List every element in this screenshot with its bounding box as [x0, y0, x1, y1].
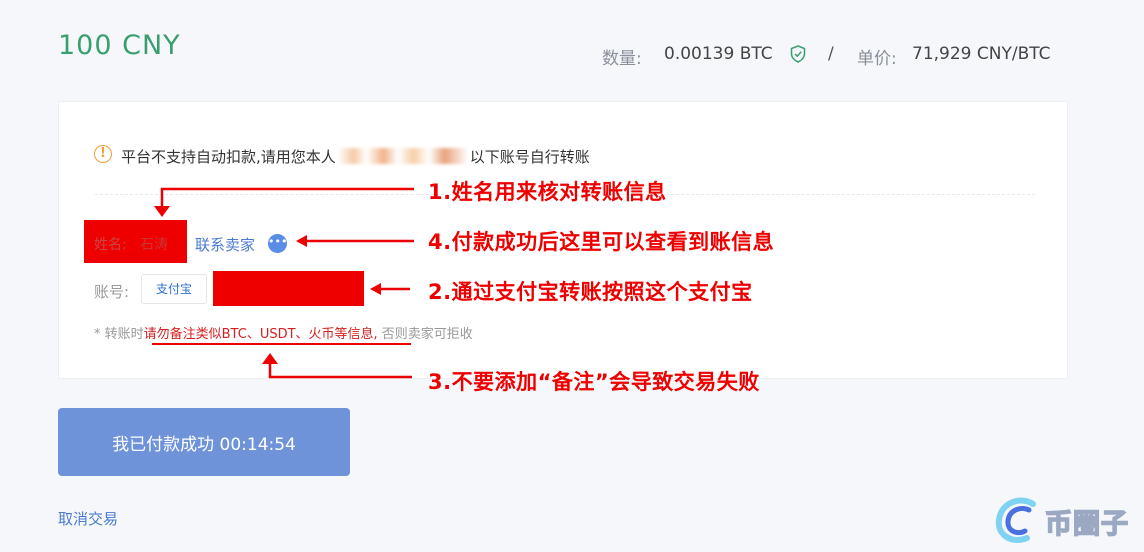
remark-suffix: 否则卖家可拒收	[377, 327, 473, 342]
account-label: 账号:	[94, 283, 130, 301]
seller-name-value: 石涛	[140, 237, 168, 253]
redacted-name-scribble	[337, 148, 468, 164]
account-redaction-box	[213, 271, 364, 306]
contact-seller-link[interactable]: 联系卖家	[195, 234, 255, 255]
price-label: 单价:	[857, 49, 897, 69]
order-amount: 100 CNY	[58, 30, 181, 61]
price-value: 71,929 CNY/BTC	[912, 44, 1051, 64]
paid-confirm-button[interactable]: 我已付款成功 00:14:54	[58, 408, 350, 476]
remark-underline	[152, 343, 411, 345]
annotation-3: 3.不要添加“备注”会导致交易失败	[428, 370, 760, 394]
watermark-text: 币圈子	[1044, 508, 1129, 541]
quantity-value: 0.00139 BTC	[664, 44, 773, 64]
cancel-trade-link[interactable]: 取消交易	[58, 508, 118, 529]
shield-check-icon	[790, 45, 806, 63]
watermark-logo-icon	[995, 497, 1036, 543]
notice-prefix: 平台不支持自动扣款,请用您本人	[121, 148, 336, 166]
annotation-1: 1.姓名用来核对转账信息	[428, 180, 667, 204]
annotation-4: 4.付款成功后这里可以查看到账信息	[428, 230, 775, 254]
payment-method-tag: 支付宝	[141, 274, 207, 304]
quantity-label: 数量:	[602, 49, 642, 69]
seller-name-label: 姓名:	[94, 237, 127, 253]
remark-warning-text: 请勿备注类似BTC、USDT、火币等信息,	[143, 327, 378, 342]
remark-prefix: * 转账时	[94, 327, 144, 342]
notice-suffix: 以下账号自行转账	[469, 148, 590, 166]
remark-warning: * 转账时请勿备注类似BTC、USDT、火币等信息, 否则卖家可拒收	[94, 323, 473, 342]
chat-bubble-icon[interactable]: •••	[268, 234, 287, 253]
payment-notice: 平台不支持自动扣款,请用您本人 以下账号自行转账	[121, 146, 590, 167]
meta-separator: /	[828, 44, 834, 64]
annotation-2: 2.通过支付宝转账按照这个支付宝	[428, 280, 753, 304]
warning-icon: !	[94, 145, 112, 163]
